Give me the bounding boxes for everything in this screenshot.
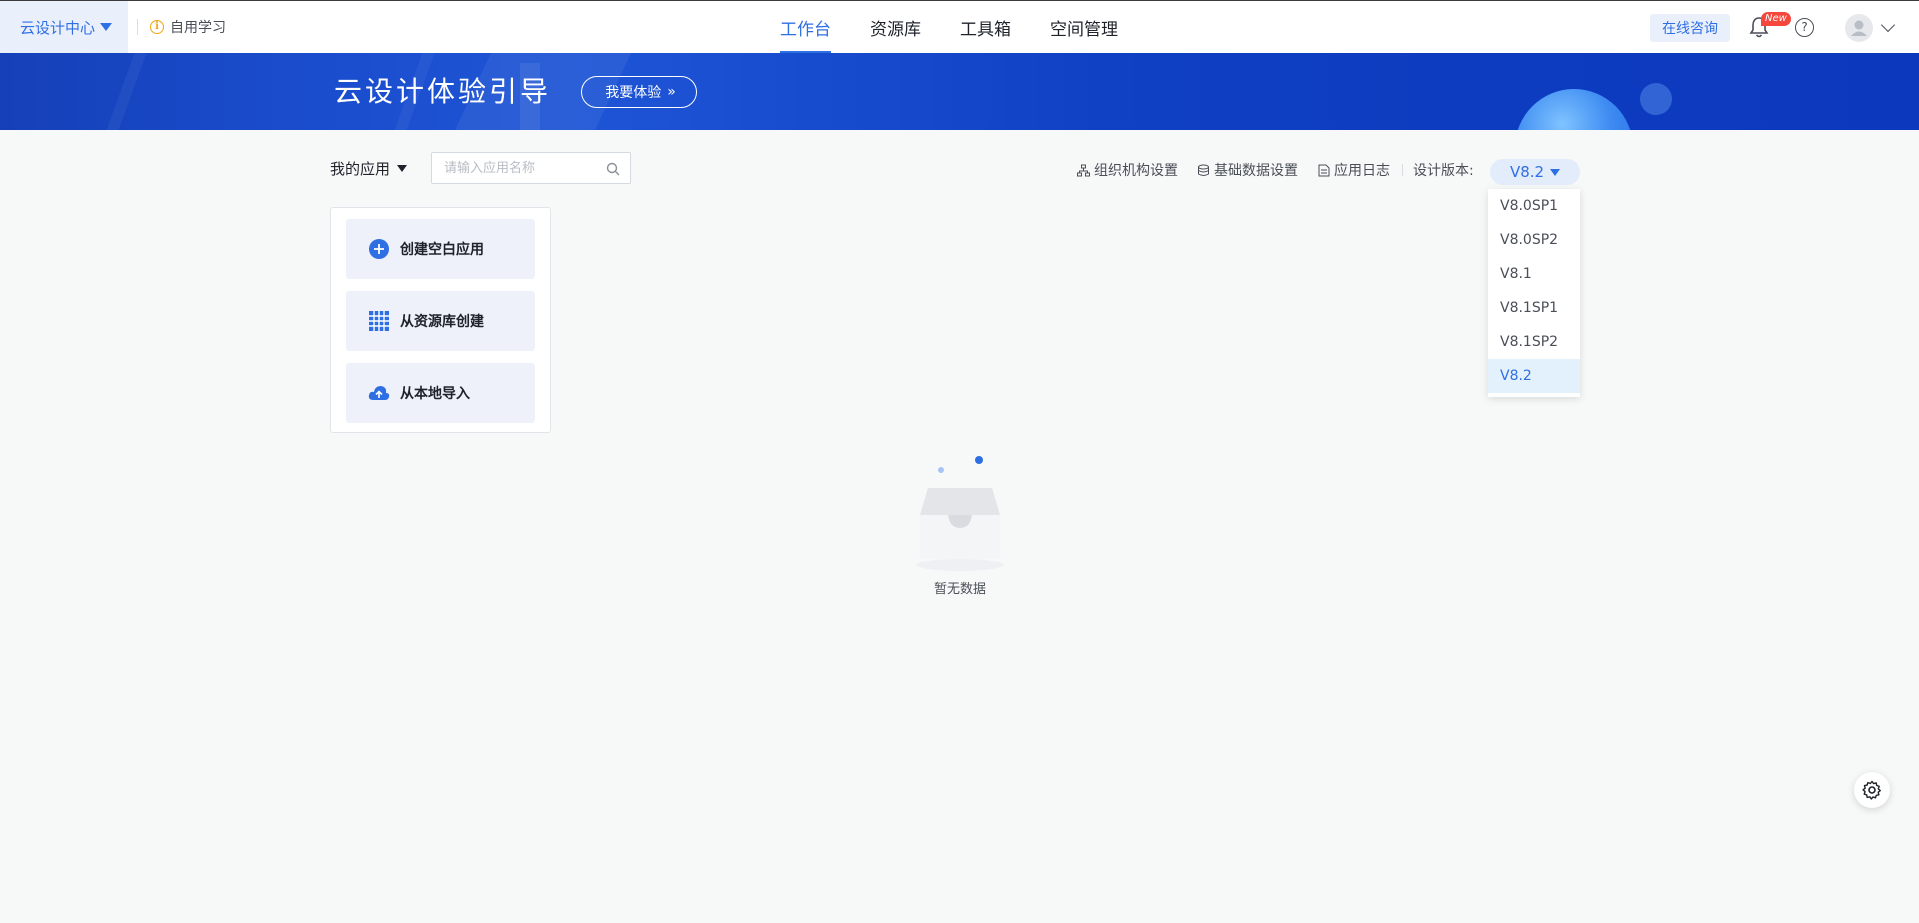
search-icon[interactable]	[606, 162, 620, 176]
app-search-input[interactable]	[442, 153, 602, 183]
main-nav: 工作台 资源库 工具箱 空间管理	[780, 1, 1157, 54]
avatar[interactable]	[1845, 14, 1873, 42]
empty-box-illustration	[916, 456, 1004, 571]
basic-data-settings-link[interactable]: 基础数据设置	[1197, 160, 1298, 180]
app-log-label: 应用日志	[1334, 163, 1390, 179]
new-badge: New	[1761, 12, 1791, 26]
self-learn-link[interactable]: i 自用学习	[150, 1, 226, 53]
online-consult-button[interactable]: 在线咨询	[1650, 14, 1730, 42]
create-app-panel: 创建空白应用 从资源库创建 从本地导入	[330, 207, 551, 433]
version-option[interactable]: V8.1SP1	[1488, 291, 1580, 325]
version-dropdown-menu: V8.0SP1 V8.0SP2 V8.1 V8.1SP1 V8.1SP2 V8.…	[1488, 189, 1580, 397]
info-icon: i	[150, 20, 164, 34]
org-settings-link[interactable]: 组织机构设置	[1077, 160, 1178, 180]
document-icon	[1318, 164, 1330, 176]
plus-circle-icon	[368, 238, 390, 260]
divider	[1402, 164, 1403, 176]
divider	[137, 19, 138, 35]
guide-banner: 云设计体验引导 我要体验 »	[0, 53, 1919, 130]
nav-tab-toolbox[interactable]: 工具箱	[960, 1, 1011, 54]
design-version-select[interactable]: V8.2	[1490, 159, 1580, 185]
design-version-label: 设计版本:	[1413, 163, 1474, 179]
design-version-value: V8.2	[1509, 163, 1545, 181]
floating-settings-button[interactable]	[1854, 772, 1890, 808]
workspace-tools: 组织机构设置	[1077, 160, 1178, 180]
org-settings-label: 组织机构设置	[1094, 163, 1178, 179]
chevron-down-icon[interactable]	[1880, 17, 1896, 33]
banner-sphere-decoration	[1640, 83, 1672, 115]
version-option[interactable]: V8.1	[1488, 257, 1580, 291]
nav-tab-resource-library[interactable]: 资源库	[870, 1, 921, 54]
database-icon	[1198, 164, 1209, 176]
try-experience-label: 我要体验	[605, 85, 662, 101]
help-icon[interactable]: ?	[1795, 18, 1814, 37]
workspace-tools: 应用日志	[1318, 160, 1390, 180]
nav-tab-space-management[interactable]: 空间管理	[1050, 1, 1118, 54]
double-chevron-right-icon: »	[667, 84, 675, 100]
version-option[interactable]: V8.0SP1	[1488, 189, 1580, 223]
import-from-local-button[interactable]: 从本地导入	[346, 363, 535, 423]
self-learn-label: 自用学习	[170, 20, 226, 36]
grid-icon	[368, 310, 390, 332]
create-from-library-button[interactable]: 从资源库创建	[346, 291, 535, 351]
basic-data-settings-label: 基础数据设置	[1214, 163, 1298, 179]
version-option[interactable]: V8.0SP2	[1488, 223, 1580, 257]
workspace-switcher[interactable]: 云设计中心	[0, 1, 128, 53]
caret-down-icon	[100, 23, 113, 31]
create-blank-app-label: 创建空白应用	[400, 242, 484, 258]
create-blank-app-button[interactable]: 创建空白应用	[346, 219, 535, 279]
cloud-upload-icon	[368, 382, 390, 404]
import-from-local-label: 从本地导入	[400, 386, 470, 402]
workspace-tools: 基础数据设置	[1197, 160, 1298, 180]
app-search-box	[431, 152, 631, 184]
caret-down-icon	[1550, 168, 1561, 176]
app-log-link[interactable]: 应用日志	[1318, 160, 1390, 180]
my-apps-label: 我的应用	[330, 159, 391, 178]
gear-icon	[1862, 780, 1881, 800]
version-option[interactable]: V8.1SP2	[1488, 325, 1580, 359]
my-apps-dropdown[interactable]: 我的应用	[330, 158, 408, 178]
empty-state-text: 暂无数据	[933, 582, 986, 597]
top-navigation-bar: 云设计中心 i 自用学习 工作台 资源库 工具箱 空间管理 在线咨询 New ?	[0, 0, 1919, 54]
nav-tab-workbench[interactable]: 工作台	[780, 1, 831, 54]
org-chart-icon	[1077, 164, 1090, 176]
workspace-switcher-label: 云设计中心	[20, 18, 96, 37]
version-label-wrap: 设计版本:	[1402, 160, 1474, 180]
try-experience-button[interactable]: 我要体验 »	[581, 76, 697, 108]
create-from-library-label: 从资源库创建	[400, 314, 484, 330]
version-option-selected[interactable]: V8.2	[1488, 359, 1580, 393]
banner-title: 云设计体验引导	[334, 75, 552, 108]
banner-sphere-decoration	[1515, 89, 1633, 130]
caret-down-icon	[397, 164, 408, 172]
